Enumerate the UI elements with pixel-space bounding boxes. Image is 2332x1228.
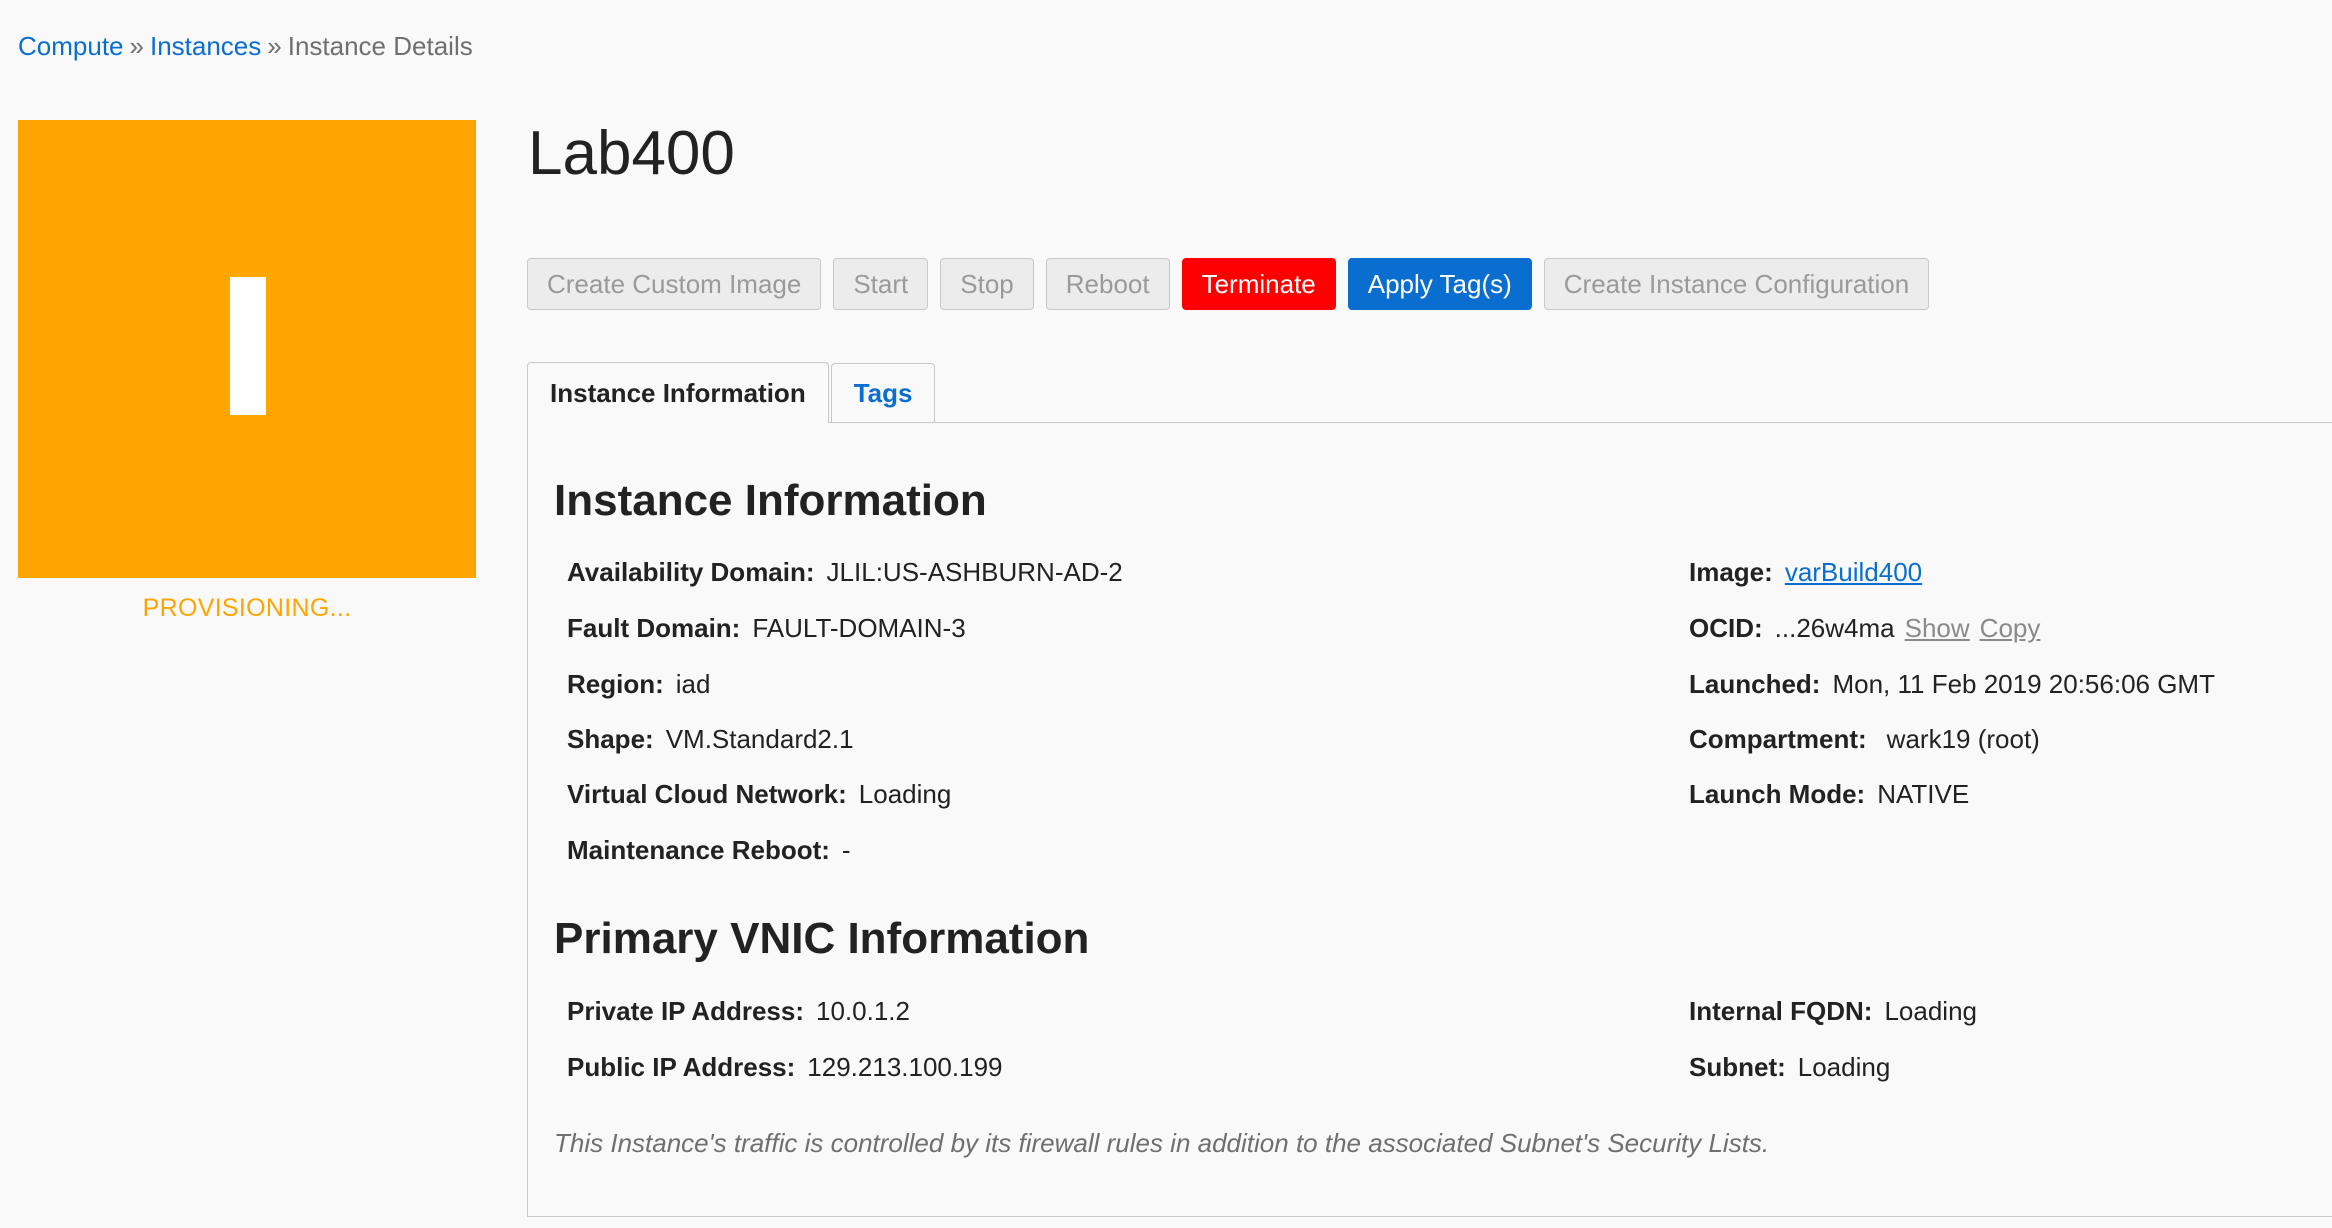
ocid-show-link[interactable]: Show bbox=[1905, 613, 1970, 643]
field-value: Mon, 11 Feb 2019 20:56:06 GMT bbox=[1832, 669, 2215, 699]
field-value: NATIVE bbox=[1877, 779, 1970, 809]
field-label: Availability Domain: bbox=[567, 557, 815, 587]
maintenance-reboot-row: Maintenance Reboot: - bbox=[567, 832, 851, 868]
page-title: Lab400 bbox=[528, 119, 735, 188]
breadcrumb-separator: » bbox=[267, 31, 282, 61]
field-value: 10.0.1.2 bbox=[816, 996, 910, 1026]
breadcrumb-instances-link[interactable]: Instances bbox=[150, 31, 261, 61]
field-label: Public IP Address: bbox=[567, 1052, 796, 1082]
create-custom-image-button[interactable]: Create Custom Image bbox=[527, 258, 822, 310]
breadcrumb: Compute» Instances» Instance Details bbox=[18, 28, 473, 64]
detail-tabs: Instance Information Tags bbox=[527, 362, 936, 423]
breadcrumb-separator: » bbox=[129, 31, 144, 61]
stop-button[interactable]: Stop bbox=[940, 258, 1034, 310]
image-row: Image: varBuild400 bbox=[1689, 554, 1922, 590]
field-label: Fault Domain: bbox=[567, 613, 741, 643]
field-label: Virtual Cloud Network: bbox=[567, 779, 847, 809]
field-value: VM.Standard2.1 bbox=[665, 724, 854, 754]
ocid-copy-link[interactable]: Copy bbox=[1980, 613, 2041, 643]
field-label: Maintenance Reboot: bbox=[567, 835, 830, 865]
field-label: Subnet: bbox=[1689, 1052, 1786, 1082]
instance-information-heading: Instance Information bbox=[554, 476, 987, 525]
field-label: Internal FQDN: bbox=[1689, 996, 1873, 1026]
launch-mode-row: Launch Mode: NATIVE bbox=[1689, 776, 1969, 812]
apply-tags-button[interactable]: Apply Tag(s) bbox=[1347, 258, 1532, 310]
internal-fqdn-row: Internal FQDN: Loading bbox=[1689, 993, 1977, 1029]
fault-domain-row: Fault Domain: FAULT-DOMAIN-3 bbox=[567, 610, 966, 646]
field-value: Loading bbox=[1884, 996, 1977, 1026]
shape-row: Shape: VM.Standard2.1 bbox=[567, 721, 854, 757]
breadcrumb-current: Instance Details bbox=[287, 31, 473, 61]
field-value: iad bbox=[675, 669, 711, 699]
start-button[interactable]: Start bbox=[833, 258, 929, 310]
virtual-cloud-network-row: Virtual Cloud Network: Loading bbox=[567, 776, 951, 812]
field-value: FAULT-DOMAIN-3 bbox=[752, 613, 966, 643]
field-value: - bbox=[841, 835, 851, 865]
instance-glyph-icon bbox=[230, 277, 266, 415]
launched-row: Launched: Mon, 11 Feb 2019 20:56:06 GMT bbox=[1689, 666, 2215, 702]
availability-domain-row: Availability Domain: JLIL:US-ASHBURN-AD-2 bbox=[567, 554, 1123, 590]
field-value: wark19 (root) bbox=[1886, 724, 2040, 754]
firewall-note: This Instance's traffic is controlled by… bbox=[554, 1128, 1770, 1158]
compartment-row: Compartment: wark19 (root) bbox=[1689, 721, 2040, 757]
tab-tags[interactable]: Tags bbox=[830, 363, 936, 423]
field-label: Private IP Address: bbox=[567, 996, 804, 1026]
field-value: 129.213.100.199 bbox=[807, 1052, 1003, 1082]
region-row: Region: iad bbox=[567, 666, 710, 702]
subnet-row: Subnet: Loading bbox=[1689, 1049, 1890, 1085]
field-label: Launch Mode: bbox=[1689, 779, 1866, 809]
instance-status-label: PROVISIONING... bbox=[142, 594, 352, 622]
field-value: JLIL:US-ASHBURN-AD-2 bbox=[826, 557, 1123, 587]
breadcrumb-compute-link[interactable]: Compute bbox=[18, 31, 124, 61]
field-label: Compartment: bbox=[1689, 724, 1867, 754]
public-ip-row: Public IP Address: 129.213.100.199 bbox=[567, 1049, 1003, 1085]
vnic-information-heading: Primary VNIC Information bbox=[554, 914, 1090, 963]
field-value: Loading bbox=[1797, 1052, 1891, 1082]
create-instance-configuration-button[interactable]: Create Instance Configuration bbox=[1543, 258, 1930, 310]
field-label: Image: bbox=[1689, 557, 1773, 587]
field-label: Region: bbox=[567, 669, 664, 699]
ocid-value: ...26w4ma bbox=[1774, 613, 1895, 643]
reboot-button[interactable]: Reboot bbox=[1045, 258, 1170, 310]
field-label: Launched: bbox=[1689, 669, 1821, 699]
tab-instance-information[interactable]: Instance Information bbox=[527, 362, 829, 423]
private-ip-row: Private IP Address: 10.0.1.2 bbox=[567, 993, 910, 1029]
field-value: Loading bbox=[858, 779, 952, 809]
tab-panel bbox=[527, 422, 2332, 1217]
field-label: OCID: bbox=[1689, 613, 1763, 643]
image-link[interactable]: varBuild400 bbox=[1785, 557, 1922, 587]
instance-status-icon bbox=[18, 120, 476, 578]
action-toolbar: Create Custom Image Start Stop Reboot Te… bbox=[527, 258, 1930, 310]
terminate-button[interactable]: Terminate bbox=[1181, 258, 1336, 310]
ocid-row: OCID: ...26w4ma Show Copy bbox=[1689, 610, 2040, 646]
field-label: Shape: bbox=[567, 724, 654, 754]
